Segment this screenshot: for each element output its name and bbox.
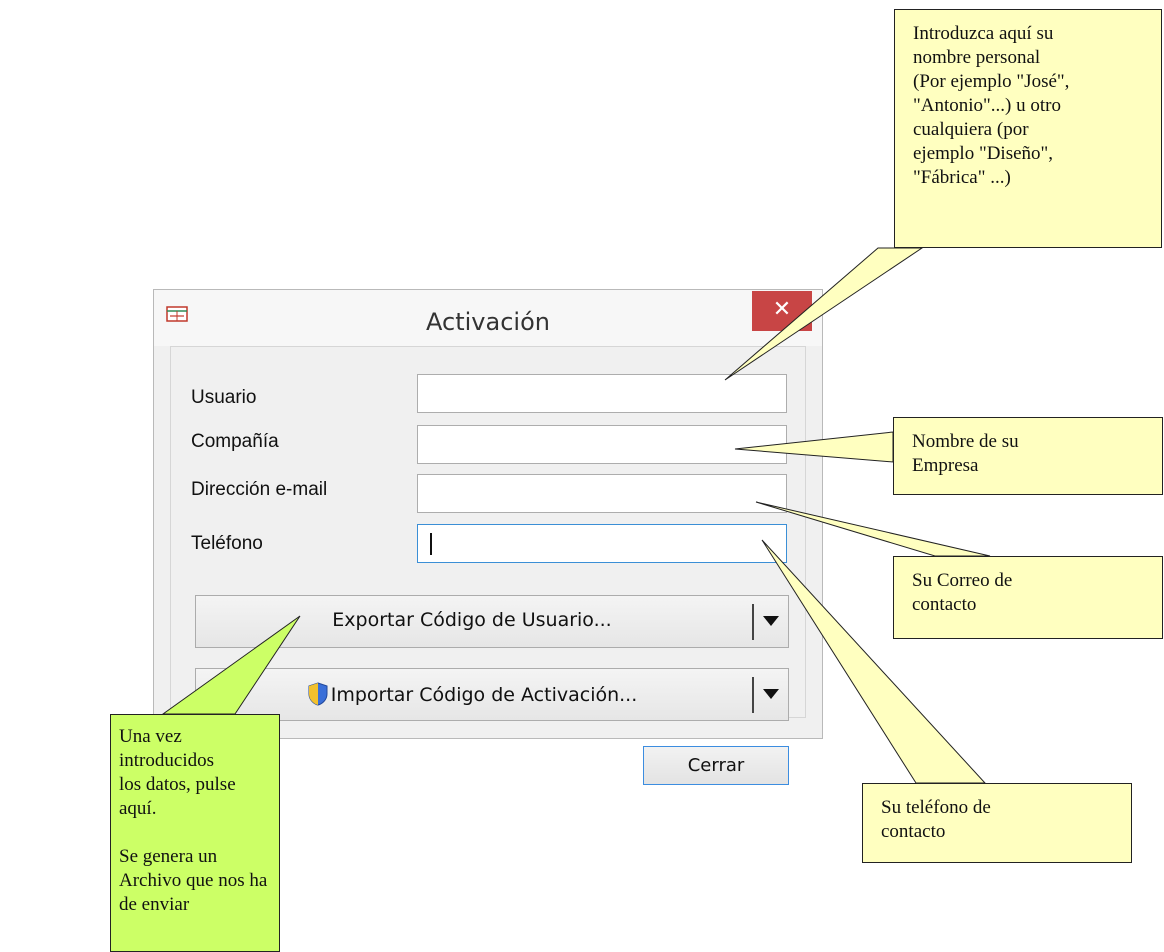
usuario-label: Usuario bbox=[191, 387, 257, 408]
callout-email: Su Correo de contacto bbox=[893, 556, 1163, 639]
email-label: Dirección e-mail bbox=[191, 479, 328, 500]
usuario-field[interactable] bbox=[417, 374, 787, 413]
telefono-field[interactable] bbox=[417, 524, 787, 563]
dropdown-arrow-icon[interactable] bbox=[763, 689, 779, 699]
export-user-code-button[interactable]: Exportar Código de Usuario... bbox=[195, 595, 789, 648]
dialog-content: Usuario Compañía Dirección e-mail Teléfo… bbox=[170, 346, 806, 721]
split-divider bbox=[752, 677, 754, 713]
compania-field[interactable] bbox=[417, 425, 787, 464]
import-activation-code-button[interactable]: Importar Código de Activación... bbox=[195, 668, 789, 721]
email-field[interactable] bbox=[417, 474, 787, 513]
text-caret bbox=[430, 533, 432, 555]
import-button-label-wrap: Importar Código de Activación... bbox=[196, 682, 748, 706]
callout-compania: Nombre de su Empresa bbox=[893, 417, 1163, 495]
compania-label: Compañía bbox=[191, 431, 279, 452]
close-icon[interactable]: ✕ bbox=[752, 291, 812, 331]
dialog-title: Activación bbox=[426, 308, 550, 336]
dropdown-arrow-icon[interactable] bbox=[763, 616, 779, 626]
callout-usuario: Introduzca aquí su nombre personal (Por … bbox=[894, 9, 1162, 248]
uac-shield-icon bbox=[308, 682, 328, 706]
title-bar: Activación ✕ bbox=[154, 290, 822, 346]
export-button-label: Exportar Código de Usuario... bbox=[332, 609, 612, 631]
cerrar-button[interactable]: Cerrar bbox=[643, 746, 789, 785]
split-divider bbox=[752, 604, 754, 640]
callout-exportar: Una vez introducidos los datos, pulse aq… bbox=[110, 714, 280, 952]
import-button-label: Importar Código de Activación... bbox=[330, 684, 638, 706]
callout-telefono: Su teléfono de contacto bbox=[862, 783, 1132, 863]
activation-dialog: Activación ✕ Usuario Compañía Dirección … bbox=[153, 289, 823, 785]
telefono-label: Teléfono bbox=[191, 533, 263, 554]
